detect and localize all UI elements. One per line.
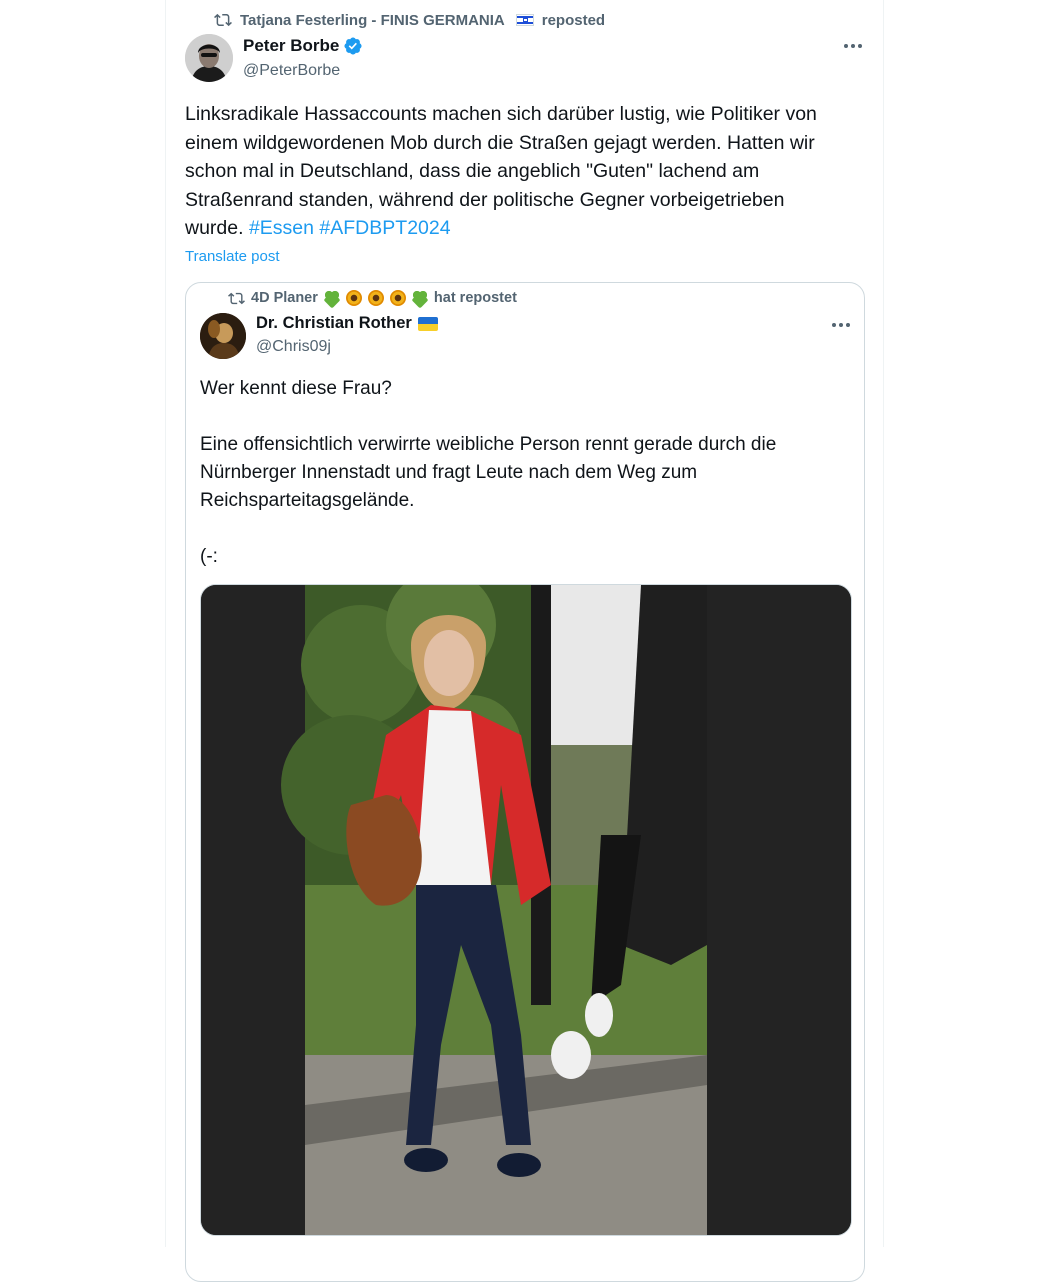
translate-post-link[interactable]: Translate post — [185, 248, 280, 265]
more-dot-icon — [844, 44, 849, 48]
quote-reposter-name[interactable]: 4D Planer — [251, 290, 318, 306]
sunflower-icon — [345, 290, 362, 306]
author-block: Peter Borbe @PeterBorbe — [243, 36, 363, 80]
author-name[interactable]: Peter Borbe — [243, 36, 339, 56]
social-context: Tatjana Festerling - FINIS GERMANIA repo… — [214, 10, 605, 30]
ukraine-flag-icon — [417, 316, 438, 331]
green-heart-icon — [412, 290, 428, 306]
repost-icon — [214, 13, 232, 27]
quote-avatar[interactable] — [200, 313, 246, 359]
hashtag-link[interactable]: #AFDBPT2024 — [319, 217, 450, 239]
repost-label: reposted — [541, 11, 606, 29]
quote-more-options-button[interactable] — [829, 313, 853, 337]
quote-author-block: Dr. Christian Rother @Chris09j — [256, 314, 438, 356]
reposter-name[interactable]: Tatjana Festerling - FINIS GERMANIA — [240, 12, 505, 29]
repost-icon — [228, 292, 245, 304]
more-options-button[interactable] — [841, 34, 865, 58]
sunflower-icon — [389, 290, 406, 306]
avatar[interactable] — [185, 34, 233, 82]
verified-badge-icon[interactable] — [343, 36, 363, 56]
quote-text: Wer kennt diese Frau? Eine offensichtlic… — [200, 378, 777, 567]
quote-repost-label: hat repostet — [433, 290, 517, 306]
sunflower-icon — [367, 290, 384, 306]
post-text: Linksradikale Hassaccounts machen sich d… — [185, 100, 845, 243]
quote-author-handle[interactable]: @Chris09j — [256, 338, 438, 356]
quote-social-context: 4D Planer hat repostet — [228, 288, 517, 308]
quote-author-name[interactable]: Dr. Christian Rother — [256, 314, 412, 333]
green-heart-icon — [324, 290, 340, 306]
hashtag-link[interactable]: #Essen — [249, 217, 314, 239]
author-handle[interactable]: @PeterBorbe — [243, 62, 363, 80]
israel-flag-icon — [515, 14, 534, 26]
more-dot-icon — [832, 323, 837, 327]
post-photo[interactable] — [200, 584, 852, 1236]
photo-illustration — [201, 585, 851, 1235]
